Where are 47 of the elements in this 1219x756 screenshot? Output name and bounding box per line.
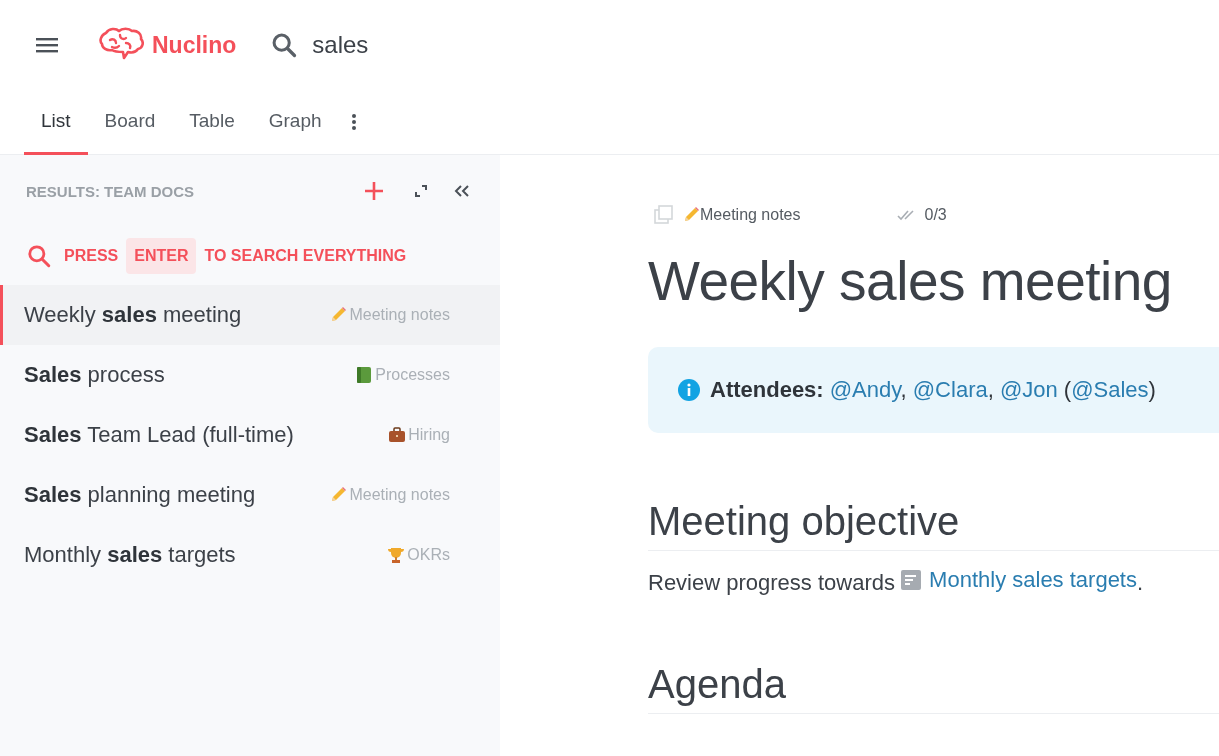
result-category: OKRs [407,546,450,564]
result-title: Sales planning meeting [24,482,257,508]
result-title: Monthly sales targets [24,542,237,568]
mention-link[interactable]: @Jon [999,377,1058,402]
section-heading: Agenda [648,662,1219,714]
search-icon [26,243,52,269]
document-link[interactable]: Monthly sales targets [901,567,1137,593]
menu-icon[interactable] [36,37,58,53]
double-check-icon [896,208,917,222]
hint-text: PRESS [64,247,119,265]
result-title: Weekly sales meeting [24,302,243,328]
view-tab[interactable]: Table [172,90,252,155]
result-item[interactable]: Weekly sales meeting Meeting notes [0,285,500,345]
result-title: Sales Team Lead (full-time) [24,422,295,448]
document-icon [901,570,922,590]
pencil-icon [682,206,700,224]
key-label: ENTER [126,238,197,274]
section-heading: Meeting objective [648,499,1219,551]
pencil-icon [329,306,348,324]
app-logo: Nuclino [152,31,237,59]
result-category: Hiring [408,426,450,444]
document-category[interactable]: Meeting notes [700,206,801,224]
trophy-icon [387,546,406,564]
hint-text: TO SEARCH EVERYTHING [204,247,407,265]
result-item[interactable]: Sales process Processes [0,345,500,405]
document-title: Weekly sales meeting [648,249,1173,313]
book-icon [355,366,374,384]
briefcase-icon [388,426,407,444]
pencil-icon [329,486,348,504]
mention-link[interactable]: @Sales [1071,377,1149,402]
search-query[interactable]: sales [312,31,369,59]
info-icon [678,379,700,401]
results-heading: RESULTS: TEAM DOCS [26,182,196,200]
task-count: 0/3 [924,206,947,224]
result-category: Meeting notes [349,486,450,504]
mention-link[interactable]: @Andy [829,377,901,402]
result-item[interactable]: Sales planning meeting Meeting notes [0,465,500,525]
view-tab[interactable]: Board [87,90,173,155]
mention-link[interactable]: @Clara [912,377,988,402]
result-item[interactable]: Monthly sales targets OKRs [0,525,500,585]
paragraph: Review progress towards Monthly sales targets. [648,567,1145,596]
result-item[interactable]: Sales Team Lead (full-time) Hiring [0,405,500,465]
result-category: Meeting notes [349,306,450,324]
result-category: Processes [375,366,450,384]
view-tab[interactable]: Graph [251,90,339,155]
result-title: Sales process [24,362,166,388]
attendees-text: Attendees: @Andy, @Clara, @Jon (@Sales) [710,377,1156,403]
